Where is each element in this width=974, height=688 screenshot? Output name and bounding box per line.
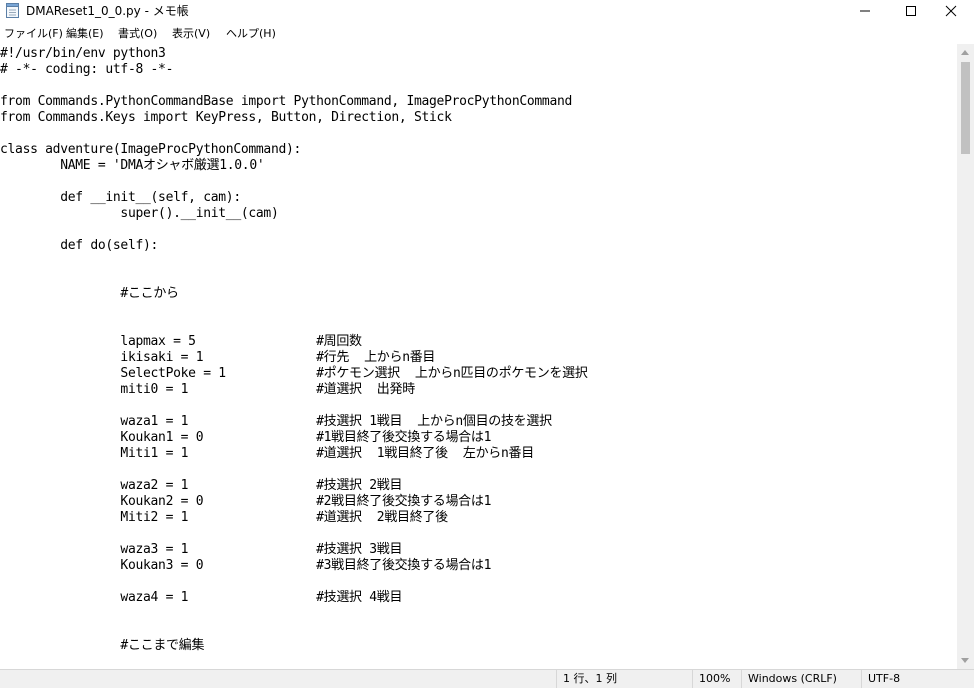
code-line: Koukan1 = 0 #1戦目終了後交換する場合は1 (0, 430, 492, 445)
code-line: miti0 = 1 #道選択 出発時 (0, 382, 415, 397)
code-line: waza2 = 1 #技選択 2戦目 (0, 478, 403, 493)
line-ending: Windows (CRLF) (741, 670, 837, 688)
menu-view[interactable]: 表示(V) (172, 26, 210, 42)
code-line: class adventure(ImageProcPythonCommand): (0, 142, 302, 157)
code-line: NAME = 'DMAオシャボ厳選1.0.0' (0, 158, 265, 173)
maximize-icon (906, 6, 916, 16)
code-line: #!/usr/bin/env python3 (0, 46, 166, 61)
code-line: waza1 = 1 #技選択 1戦目 上からn個目の技を選択 (0, 414, 552, 429)
zoom-level: 100% (692, 670, 730, 688)
code-line: def do(self): (0, 238, 159, 253)
code-line: ikisaki = 1 #行先 上からn番目 (0, 350, 436, 365)
code-line: from Commands.Keys import KeyPress, Butt… (0, 110, 452, 125)
code-line: super().__init__(cam) (0, 206, 279, 221)
close-button[interactable] (928, 0, 974, 22)
window-title: DMAReset1_0_0.py - メモ帳 (26, 4, 189, 18)
notepad-icon (6, 3, 19, 18)
menu-file[interactable]: ファイル(F) (4, 26, 63, 42)
code-line: #ここから (0, 286, 179, 301)
code-line: lapmax = 5 #周回数 (0, 334, 362, 349)
code-line: def __init__(self, cam): (0, 190, 241, 205)
status-bar: 1 行、1 列 100% Windows (CRLF) UTF-8 (0, 669, 974, 688)
menu-bar: ファイル(F) 編集(E) 書式(O) 表示(V) ヘルプ(H) (0, 24, 974, 44)
code-line: #ここまで編集 (0, 638, 205, 653)
code-line: Miti2 = 1 #道選択 2戦目終了後 (0, 510, 448, 525)
menu-help[interactable]: ヘルプ(H) (226, 26, 276, 42)
minimize-button[interactable] (842, 0, 888, 22)
scroll-up-icon[interactable] (961, 50, 969, 55)
code-line: Miti1 = 1 #道選択 1戦目終了後 左からn番目 (0, 446, 534, 461)
cursor-position: 1 行、1 列 (556, 670, 617, 688)
code-line: waza3 = 1 #技選択 3戦目 (0, 542, 403, 557)
code-line: Koukan2 = 0 #2戦目終了後交換する場合は1 (0, 494, 492, 509)
menu-format[interactable]: 書式(O) (118, 26, 157, 42)
code-line: # -*- coding: utf-8 -*- (0, 62, 174, 77)
code-line: waza4 = 1 #技選択 4戦目 (0, 590, 403, 605)
close-icon (945, 5, 957, 17)
code-line: from Commands.PythonCommandBase import P… (0, 94, 573, 109)
encoding: UTF-8 (861, 670, 900, 688)
vertical-scrollbar[interactable] (957, 44, 974, 669)
code-line: Koukan3 = 0 #3戦目終了後交換する場合は1 (0, 558, 492, 573)
minimize-icon (860, 10, 870, 12)
title-bar: DMAReset1_0_0.py - メモ帳 (0, 0, 974, 22)
scroll-down-icon[interactable] (961, 658, 969, 663)
menu-edit[interactable]: 編集(E) (66, 26, 104, 42)
text-editor-area[interactable]: #!/usr/bin/env python3 # -*- coding: utf-… (0, 44, 957, 669)
scrollbar-thumb[interactable] (961, 62, 970, 154)
code-line: SelectPoke = 1 #ポケモン選択 上からn匹目のポケモンを選択 (0, 366, 588, 381)
